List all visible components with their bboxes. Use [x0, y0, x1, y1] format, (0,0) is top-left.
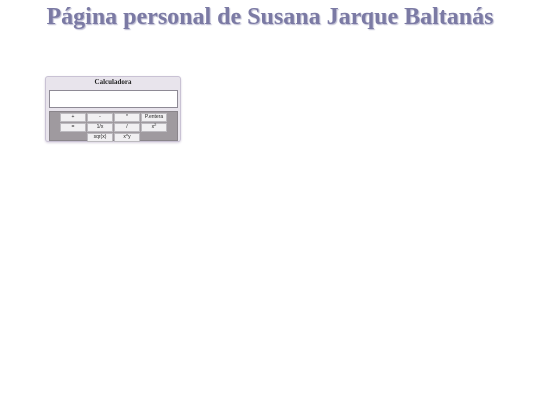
square-button-exponent: 2	[154, 122, 157, 127]
multiply-button[interactable]: *	[114, 113, 140, 122]
power-button-exponent: ^y	[125, 134, 131, 140]
page-title: Página personal de Susana Jarque Baltaná…	[46, 4, 494, 30]
calculator-title: Calculadora	[94, 78, 132, 86]
calculator-keypad: + - * P.entera = 1/x / x2 sqr(x) x^y	[49, 111, 178, 142]
divide-button[interactable]: /	[114, 123, 140, 132]
reciprocal-button[interactable]: 1/x	[87, 123, 113, 132]
square-button[interactable]: x2	[141, 123, 167, 132]
power-button[interactable]: x^y	[114, 133, 140, 142]
minus-button[interactable]: -	[87, 113, 113, 122]
sqrt-button[interactable]: sqr(x)	[87, 133, 113, 142]
calculator: Calculadora + - * P.entera = 1/x / x2 sq…	[45, 76, 181, 142]
equals-button[interactable]: =	[60, 123, 86, 132]
plus-button[interactable]: +	[60, 113, 86, 122]
calculator-display[interactable]	[49, 90, 178, 108]
integer-part-button[interactable]: P.entera	[141, 113, 167, 122]
